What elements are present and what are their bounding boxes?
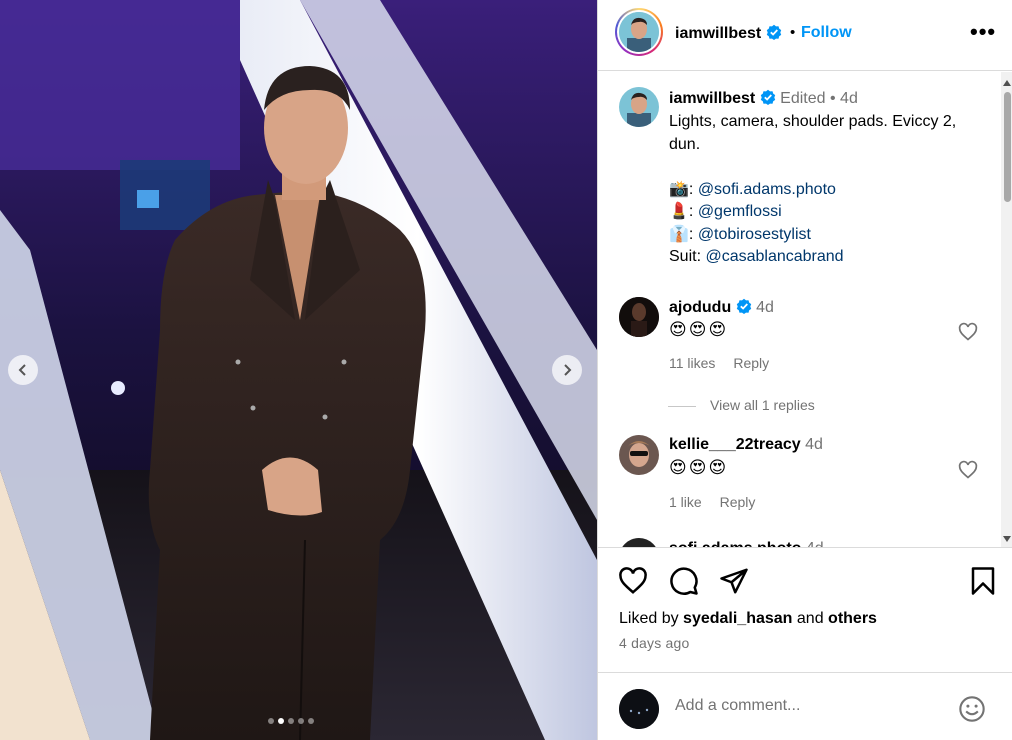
share-paper-plane-icon[interactable] xyxy=(719,566,749,596)
comment-username[interactable]: ajodudu xyxy=(669,299,731,316)
mention-link[interactable]: @tobirosestylist xyxy=(698,226,811,243)
view-replies-button[interactable]: View all 1 replies xyxy=(668,397,815,413)
author-avatar-image xyxy=(619,12,659,52)
chevron-left-icon xyxy=(18,364,26,376)
mention-link[interactable]: @sofi.adams.photo xyxy=(698,181,836,198)
view-replies-text[interactable]: View all 1 replies xyxy=(710,397,815,413)
author-username-text[interactable]: iamwillbest xyxy=(675,25,761,42)
caption-text: Lights, camera, shoulder pads. Eviccy 2,… xyxy=(669,113,957,153)
author-avatar[interactable] xyxy=(615,8,663,56)
like-heart-icon[interactable] xyxy=(618,566,648,596)
credit-line: 📸: @sofi.adams.photo xyxy=(669,179,989,202)
verified-badge-icon xyxy=(736,298,751,314)
comments-section[interactable]: iamwillbest Edited • 4d Lights, camera, … xyxy=(598,72,1012,548)
camera-emoji-icon: 📸 xyxy=(669,180,689,198)
credit-prefix: Suit: xyxy=(669,248,706,265)
add-comment-bar xyxy=(598,672,1012,740)
credit-prefix: : xyxy=(688,225,698,243)
mention-link[interactable]: @casablancabrand xyxy=(705,248,843,265)
scroll-up-arrow-icon[interactable] xyxy=(1003,80,1011,86)
comment-input[interactable] xyxy=(675,697,935,715)
caption-username[interactable]: iamwillbest xyxy=(669,90,755,107)
carousel-indicator xyxy=(268,718,314,724)
reply-button[interactable]: Reply xyxy=(733,355,769,371)
save-bookmark-icon[interactable] xyxy=(968,566,998,596)
replies-divider xyxy=(668,405,696,407)
post-actions: Liked by syedali_hasan and others 4 days… xyxy=(598,549,1012,669)
verified-badge-icon xyxy=(760,89,775,105)
suit-emoji-icon: 👔 xyxy=(669,225,689,243)
comment-header: ajodudu 4d xyxy=(669,298,774,317)
comment-bubble-icon[interactable] xyxy=(669,566,699,596)
viewer-avatar xyxy=(619,689,659,729)
comment-avatar[interactable] xyxy=(619,538,659,547)
carousel-dot xyxy=(288,718,294,724)
carousel-dot xyxy=(268,718,274,724)
carousel-dot xyxy=(298,718,304,724)
caption-avatar[interactable] xyxy=(619,87,659,127)
viewer-avatar-image xyxy=(619,689,659,729)
follow-button[interactable]: Follow xyxy=(801,24,852,42)
comments-scrollbar[interactable] xyxy=(1001,72,1012,547)
credit-prefix: : xyxy=(688,203,698,220)
comment-age[interactable]: 4d xyxy=(756,299,774,316)
chevron-right-icon xyxy=(564,364,572,376)
post-media[interactable] xyxy=(0,0,597,740)
comment-age[interactable]: 4d xyxy=(805,436,823,453)
author-username[interactable]: iamwillbest xyxy=(675,24,782,43)
edited-label: Edited xyxy=(780,90,826,107)
header-separator: • xyxy=(790,24,796,41)
comment-avatar-image xyxy=(619,435,659,475)
liked-by-middle: and xyxy=(792,610,829,627)
mention-link[interactable]: @gemflossi xyxy=(698,203,782,220)
lipstick-emoji-icon: 💄 xyxy=(669,203,689,220)
post-photo xyxy=(0,0,597,740)
caption-body: Lights, camera, shoulder pads. Eviccy 2,… xyxy=(669,111,989,269)
comment-username[interactable]: kellie___22treacy xyxy=(669,436,801,453)
post-header: iamwillbest • Follow ••• xyxy=(598,0,1012,71)
caption-age[interactable]: 4d xyxy=(840,90,858,107)
liked-by: Liked by syedali_hasan and others xyxy=(619,610,877,628)
liked-by-prefix: Liked by xyxy=(619,610,684,627)
liked-by-user[interactable]: syedali_hasan xyxy=(683,610,792,627)
comment-like-heart-icon[interactable] xyxy=(958,322,978,342)
post-panel: iamwillbest • Follow ••• iamwillbest Edi… xyxy=(597,0,1012,740)
verified-badge-icon xyxy=(766,24,781,40)
more-options-icon[interactable]: ••• xyxy=(970,21,996,43)
carousel-dot xyxy=(278,718,284,724)
comment-age[interactable]: 4d xyxy=(806,540,824,547)
comment-likes[interactable]: 11 likes xyxy=(669,355,715,371)
caption-header: iamwillbest Edited • 4d xyxy=(669,89,858,108)
caption-separator: • xyxy=(829,90,836,107)
post-timestamp[interactable]: 4 days ago xyxy=(619,635,690,651)
comment-header: sofi.adams.photo 4d xyxy=(669,540,824,547)
emoji-smiley-icon[interactable] xyxy=(958,695,986,723)
carousel-dot xyxy=(308,718,314,724)
carousel-next-button[interactable] xyxy=(552,355,582,385)
credit-line: Suit: @casablancabrand xyxy=(669,246,989,269)
comment-username[interactable]: sofi.adams.photo xyxy=(669,540,801,547)
comment-meta: 1 like Reply xyxy=(669,494,769,510)
comment-avatar[interactable] xyxy=(619,435,659,475)
comment-avatar-image xyxy=(619,297,659,337)
credit-prefix: : xyxy=(688,180,698,198)
carousel-prev-button[interactable] xyxy=(8,355,38,385)
comment-text: 😍😍😍 xyxy=(669,458,729,477)
comment-meta: 11 likes Reply xyxy=(669,355,783,371)
comment-likes[interactable]: 1 like xyxy=(669,494,702,510)
scrollbar-thumb[interactable] xyxy=(1004,92,1011,202)
credit-line: 💄: @gemflossi xyxy=(669,201,989,224)
scroll-down-arrow-icon[interactable] xyxy=(1003,536,1011,542)
comment-avatar[interactable] xyxy=(619,297,659,337)
caption-avatar-image xyxy=(619,87,659,127)
comment-header: kellie___22treacy 4d xyxy=(669,436,823,454)
comment-like-heart-icon[interactable] xyxy=(958,460,978,480)
comment-text: 😍😍😍 xyxy=(669,320,729,339)
reply-button[interactable]: Reply xyxy=(720,494,756,510)
liked-by-others[interactable]: others xyxy=(828,610,877,627)
credit-line: 👔: @tobirosestylist xyxy=(669,224,989,247)
